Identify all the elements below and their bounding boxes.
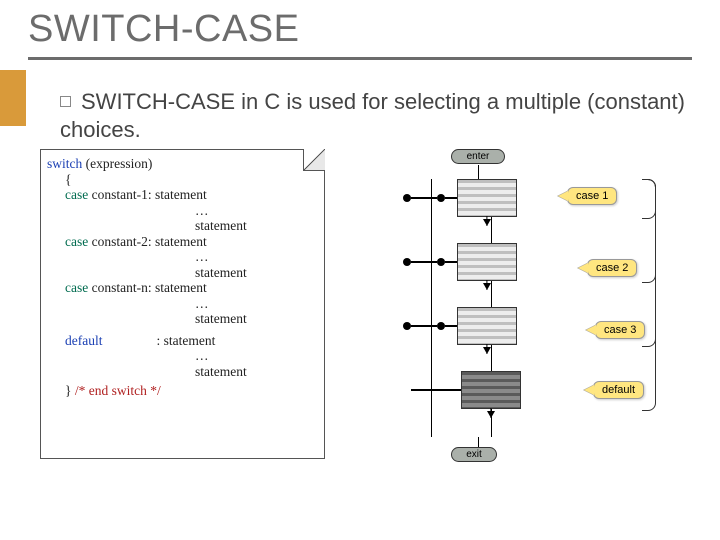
dots: … <box>47 249 318 265</box>
callout-case-1: case 1 <box>567 187 617 205</box>
connector <box>445 261 457 262</box>
stmt: statement <box>47 265 318 281</box>
kw-default: default <box>65 333 102 348</box>
callout-case-2: case 2 <box>587 259 637 277</box>
case-row-2 <box>403 243 517 281</box>
open-brace: { <box>47 172 318 188</box>
connector <box>445 197 457 198</box>
constn: constant-n: <box>88 280 155 295</box>
bullet-icon <box>60 96 71 107</box>
entry-dot <box>403 322 411 330</box>
case-dot <box>437 194 445 202</box>
connector <box>491 281 492 307</box>
dots: … <box>47 296 318 312</box>
kw-case-1: case <box>65 187 88 202</box>
enter-node: enter <box>451 149 505 164</box>
connector <box>411 389 461 390</box>
stmt: statement <box>164 333 216 348</box>
connector <box>445 325 457 326</box>
connector <box>478 165 479 179</box>
kw-case-n: case <box>65 280 88 295</box>
slide-header: SWITCH-CASE <box>0 0 720 62</box>
connector <box>491 345 492 371</box>
arrow-down-icon <box>483 283 491 290</box>
const1: constant-1: <box>88 187 155 202</box>
default-sep: : <box>102 333 163 348</box>
entry-dot <box>403 194 411 202</box>
connector <box>411 325 437 326</box>
connector <box>411 261 437 262</box>
end-comment: /* end switch */ <box>71 383 160 398</box>
dots: … <box>47 203 318 219</box>
callout-default: default <box>593 381 644 399</box>
entry-dot <box>403 258 411 266</box>
default-block <box>461 371 521 409</box>
stmt: statement <box>155 234 207 249</box>
accent-bar <box>0 70 26 126</box>
stmt: statement <box>47 218 318 234</box>
kw-case-2: case <box>65 234 88 249</box>
case-row-3 <box>403 307 517 345</box>
flow-diagram: enter case 1 case 2 <box>335 149 700 469</box>
case-dot <box>437 258 445 266</box>
dots: … <box>47 348 318 364</box>
connector <box>411 197 437 198</box>
case-row-1 <box>403 179 517 217</box>
stmt: statement <box>155 280 207 295</box>
slide-title: SWITCH-CASE <box>28 8 692 51</box>
case-dot <box>437 322 445 330</box>
expr: (expression) <box>82 156 152 171</box>
code-snippet: switch (expression) { case constant-1: s… <box>40 149 325 459</box>
case-block <box>457 179 517 217</box>
case-block <box>457 243 517 281</box>
brace <box>642 179 656 411</box>
bullet-content: SWITCH-CASE in C is used for selecting a… <box>60 89 685 142</box>
callout-case-3: case 3 <box>595 321 645 339</box>
connector <box>491 409 492 437</box>
body-text: SWITCH-CASE in C is used for selecting a… <box>0 62 720 147</box>
title-underline <box>28 57 692 60</box>
stmt: statement <box>47 364 318 380</box>
arrow-down-icon <box>483 347 491 354</box>
stmt: statement <box>155 187 207 202</box>
content-row: switch (expression) { case constant-1: s… <box>0 147 720 469</box>
kw-switch: switch <box>47 156 82 171</box>
stmt: statement <box>47 311 318 327</box>
connector <box>491 217 492 243</box>
connector <box>478 437 479 447</box>
exit-node: exit <box>451 447 497 462</box>
page-fold-icon <box>303 149 325 171</box>
arrow-down-icon <box>483 219 491 226</box>
const2: constant-2: <box>88 234 155 249</box>
case-block <box>457 307 517 345</box>
default-row <box>403 371 521 409</box>
